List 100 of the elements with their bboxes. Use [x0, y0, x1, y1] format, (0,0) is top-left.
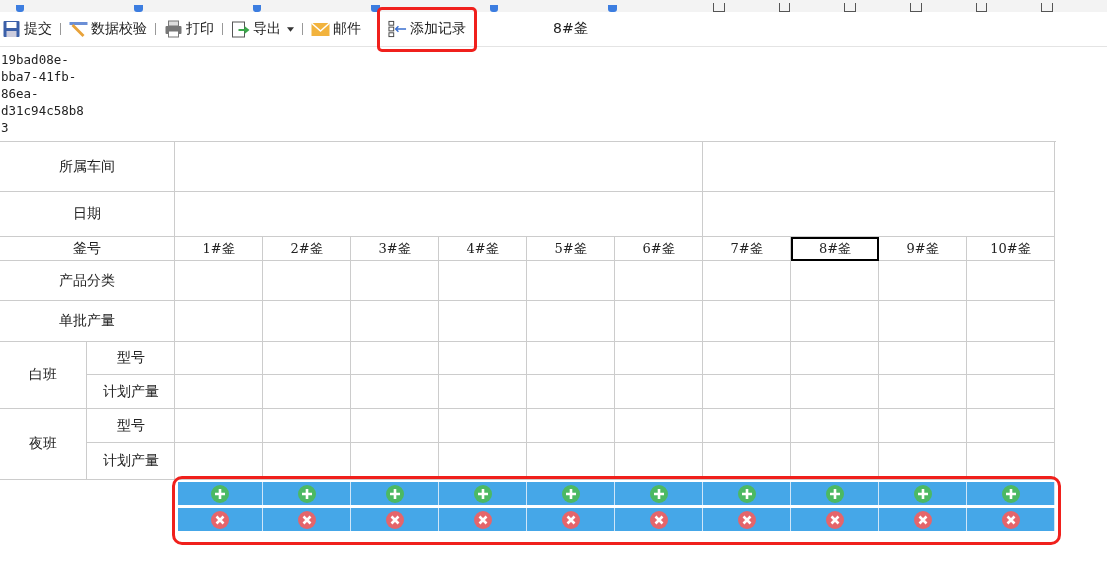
table-cell[interactable]: [967, 342, 1055, 375]
add-button[interactable]: [967, 482, 1055, 505]
delete-button[interactable]: [703, 508, 791, 531]
column-header[interactable]: 9#釜: [879, 237, 967, 261]
table-cell[interactable]: [527, 261, 615, 301]
table-cell[interactable]: [791, 301, 879, 342]
column-header[interactable]: 2#釜: [263, 237, 351, 261]
folder-icon[interactable]: [844, 3, 856, 12]
table-cell[interactable]: [879, 443, 967, 480]
delete-button[interactable]: [615, 508, 703, 531]
folder-icon[interactable]: [975, 3, 988, 12]
bookmark-icon[interactable]: [252, 5, 262, 12]
table-cell[interactable]: [439, 409, 527, 443]
toolbar-button[interactable]: 邮件: [309, 20, 363, 38]
table-cell[interactable]: [351, 261, 439, 301]
table-cell[interactable]: [351, 375, 439, 409]
table-cell[interactable]: [967, 443, 1055, 480]
table-cell[interactable]: [615, 342, 703, 375]
table-cell[interactable]: [175, 342, 263, 375]
table-cell[interactable]: [967, 375, 1055, 409]
table-cell[interactable]: [879, 301, 967, 342]
table-cell[interactable]: [791, 342, 879, 375]
table-cell[interactable]: [967, 261, 1055, 301]
table-cell[interactable]: [615, 301, 703, 342]
column-header[interactable]: 8#釜: [791, 237, 879, 261]
add-button[interactable]: [351, 482, 439, 505]
toolbar-button[interactable]: 打印: [162, 20, 216, 38]
table-cell[interactable]: [703, 443, 791, 480]
table-cell[interactable]: [351, 443, 439, 480]
table-cell[interactable]: [703, 261, 791, 301]
bookmark-icon[interactable]: [16, 5, 25, 12]
table-cell[interactable]: [263, 409, 351, 443]
table-cell[interactable]: [703, 409, 791, 443]
add-button[interactable]: [879, 482, 967, 505]
column-header[interactable]: 10#釜: [967, 237, 1055, 261]
add-button[interactable]: [527, 482, 615, 505]
table-cell[interactable]: [439, 375, 527, 409]
bookmark-icon[interactable]: [134, 5, 143, 12]
table-cell[interactable]: [175, 192, 703, 237]
table-cell[interactable]: [263, 261, 351, 301]
table-cell[interactable]: [175, 375, 263, 409]
delete-button[interactable]: [439, 508, 527, 531]
toolbar-button[interactable]: 导出: [229, 20, 296, 38]
table-cell[interactable]: [263, 443, 351, 480]
table-cell[interactable]: [527, 342, 615, 375]
table-cell[interactable]: [703, 342, 791, 375]
column-header[interactable]: 6#釜: [615, 237, 703, 261]
table-cell[interactable]: [175, 301, 263, 342]
table-cell[interactable]: [175, 261, 263, 301]
delete-button[interactable]: [263, 508, 351, 531]
add-button[interactable]: [791, 482, 879, 505]
delete-button[interactable]: [527, 508, 615, 531]
delete-button[interactable]: [879, 508, 967, 531]
table-cell[interactable]: [527, 301, 615, 342]
folder-icon[interactable]: [909, 3, 922, 12]
table-cell[interactable]: [439, 443, 527, 480]
toolbar-button[interactable]: 数据校验: [67, 20, 149, 38]
table-cell[interactable]: [439, 261, 527, 301]
table-cell[interactable]: [879, 342, 967, 375]
table-cell[interactable]: [703, 301, 791, 342]
column-header[interactable]: 5#釜: [527, 237, 615, 261]
table-cell[interactable]: [263, 301, 351, 342]
bookmark-icon[interactable]: [489, 5, 499, 12]
table-cell[interactable]: [439, 301, 527, 342]
add-button[interactable]: [178, 482, 263, 505]
delete-button[interactable]: [967, 508, 1055, 531]
table-cell[interactable]: [527, 375, 615, 409]
table-cell[interactable]: [879, 261, 967, 301]
bookmark-icon[interactable]: [608, 5, 617, 12]
table-cell[interactable]: [615, 375, 703, 409]
add-button[interactable]: [263, 482, 351, 505]
add-button[interactable]: [703, 482, 791, 505]
table-cell[interactable]: [527, 443, 615, 480]
column-header[interactable]: 7#釜: [703, 237, 791, 261]
table-cell[interactable]: [703, 375, 791, 409]
table-cell[interactable]: [351, 409, 439, 443]
folder-icon[interactable]: [712, 3, 725, 12]
table-cell[interactable]: [527, 409, 615, 443]
table-cell[interactable]: [351, 301, 439, 342]
bookmark-icon[interactable]: [371, 5, 380, 12]
table-cell[interactable]: [351, 342, 439, 375]
table-cell[interactable]: [175, 142, 703, 192]
table-cell[interactable]: [703, 142, 1055, 192]
delete-button[interactable]: [791, 508, 879, 531]
folder-icon[interactable]: [1041, 3, 1054, 12]
toolbar-button[interactable]: 添加记录: [386, 19, 468, 38]
add-button[interactable]: [439, 482, 527, 505]
table-cell[interactable]: [615, 409, 703, 443]
delete-button[interactable]: [178, 508, 263, 531]
table-cell[interactable]: [263, 342, 351, 375]
table-cell[interactable]: [967, 301, 1055, 342]
table-cell[interactable]: [791, 261, 879, 301]
table-cell[interactable]: [967, 409, 1055, 443]
column-header[interactable]: 1#釜: [175, 237, 263, 261]
table-cell[interactable]: [175, 409, 263, 443]
add-button[interactable]: [615, 482, 703, 505]
column-header[interactable]: 3#釜: [351, 237, 439, 261]
folder-icon[interactable]: [778, 3, 791, 12]
table-cell[interactable]: [615, 261, 703, 301]
delete-button[interactable]: [351, 508, 439, 531]
